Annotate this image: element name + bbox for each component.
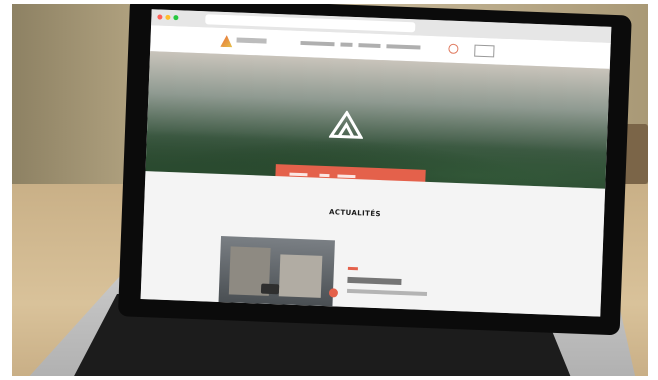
photo: ACTUALITÉS bbox=[0, 0, 658, 380]
building bbox=[278, 254, 323, 298]
search-icon[interactable] bbox=[448, 43, 459, 54]
laptop-screen-bezel: ACTUALITÉS bbox=[117, 4, 632, 336]
nav-item[interactable] bbox=[358, 43, 381, 49]
triangle-logo-icon[interactable] bbox=[220, 35, 232, 47]
news-category-label bbox=[347, 266, 358, 271]
laptop-screen: ACTUALITÉS bbox=[140, 9, 612, 317]
logo-text bbox=[236, 37, 267, 44]
nav-item[interactable] bbox=[386, 44, 421, 50]
nav-item[interactable] bbox=[300, 40, 335, 47]
news-card-excerpt bbox=[346, 288, 428, 296]
minimize-dot[interactable] bbox=[165, 14, 171, 20]
news-card-image[interactable] bbox=[218, 236, 335, 307]
nav-button[interactable] bbox=[474, 44, 495, 58]
nav-item[interactable] bbox=[340, 42, 353, 47]
scene: ACTUALITÉS bbox=[12, 4, 648, 376]
cta-text bbox=[319, 173, 330, 178]
news-card-title[interactable] bbox=[347, 276, 402, 285]
news-badge-dot bbox=[328, 288, 339, 298]
close-dot[interactable] bbox=[157, 14, 163, 20]
news-section: ACTUALITÉS bbox=[140, 171, 606, 317]
mountain-logo-icon bbox=[328, 110, 364, 139]
maximize-dot[interactable] bbox=[173, 15, 179, 21]
car bbox=[260, 283, 280, 295]
section-title: ACTUALITÉS bbox=[328, 208, 382, 219]
